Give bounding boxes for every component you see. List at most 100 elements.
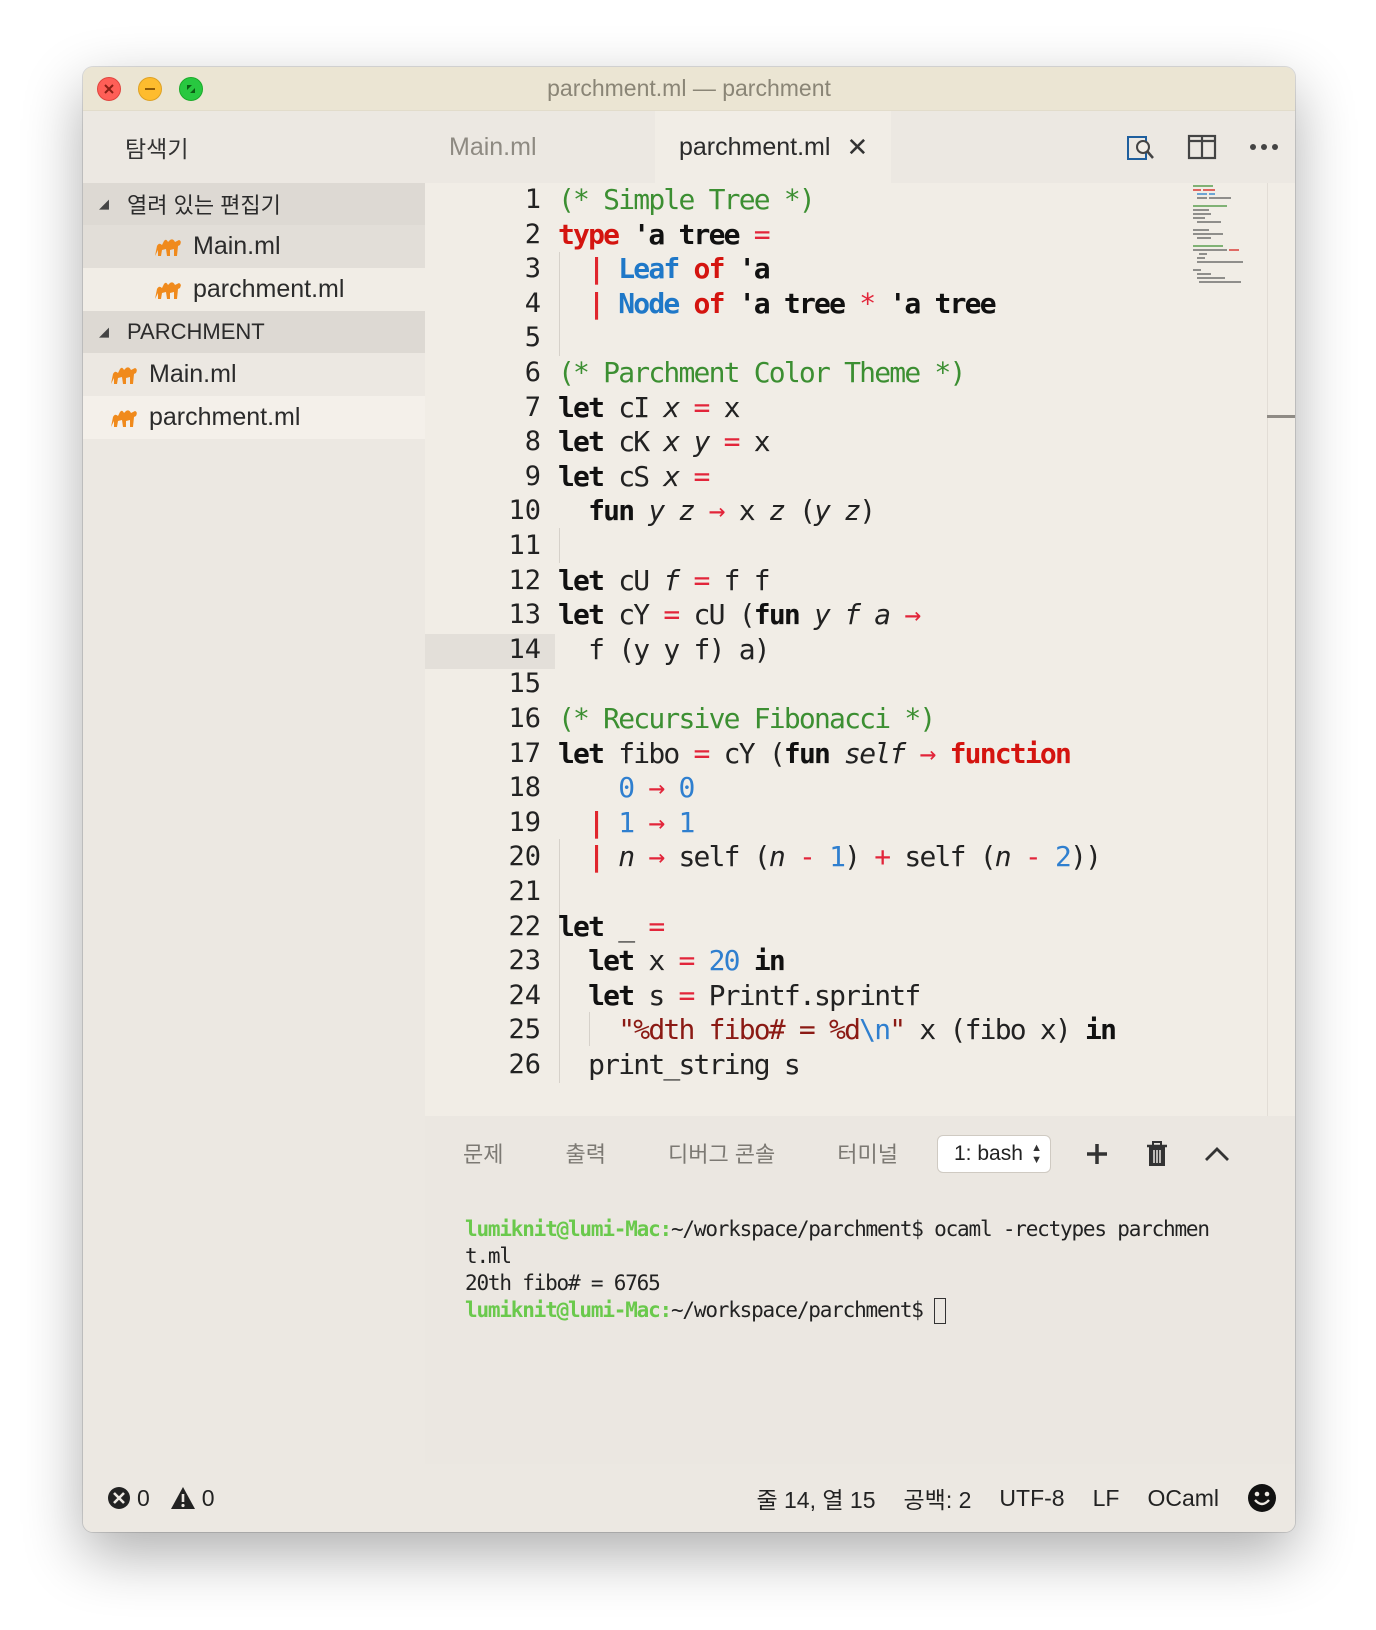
open-editor-label: parchment.ml	[193, 275, 345, 303]
tab-label: parchment.ml	[679, 132, 831, 161]
code-line[interactable]: let x = 20 in	[558, 944, 786, 979]
feedback-button[interactable]	[1247, 1483, 1277, 1513]
code-line[interactable]: | 1 → 1	[558, 806, 695, 841]
code-line[interactable]: (* Recursive Fibonacci *)	[558, 702, 936, 737]
plus-icon	[1087, 1144, 1107, 1164]
terminal-line: lumiknit@lumi-Mac:~/workspace/parchment$…	[465, 1216, 1255, 1243]
code-line[interactable]: (* Simple Tree *)	[558, 183, 816, 218]
tab-problems[interactable]: 문제	[463, 1137, 503, 1169]
line-number: 8	[524, 426, 541, 458]
tab-close-icon[interactable]: ✕	[846, 132, 868, 163]
line-number: 22	[508, 910, 541, 942]
collapse-triangle-icon: ◢	[99, 196, 109, 211]
code-line[interactable]: let cU f = f f	[558, 564, 771, 599]
line-number: 25	[508, 1014, 541, 1046]
terminal-prompt-user: lumiknit@lumi-Mac:	[465, 1298, 672, 1322]
code-line[interactable]: let cK x y = x	[558, 425, 771, 460]
maximize-panel-button[interactable]	[1197, 1134, 1237, 1174]
project-file-parchment[interactable]: parchment.ml	[83, 396, 425, 439]
code-line[interactable]: let cY = cU (fun y f a →	[558, 598, 921, 633]
line-number-gutter: 1 2 3 4 5 6 7 8 9 10 11 12 13 14 15 16 17 18 19 20 21 22 23 24 2…	[425, 183, 555, 1116]
bottom-panel: 문제 출력 디버그 콘솔 터미널 1: bash ▲ ▼ lumiknit@lum…	[425, 1116, 1295, 1464]
code-editor[interactable]: 1 2 3 4 5 6 7 8 9 10 11 12 13 14 15 16 17 18 19 20 21 22 23 24 2…	[425, 183, 1295, 1116]
minimize-window-button[interactable]	[138, 77, 162, 101]
open-editor-label: Main.ml	[193, 232, 281, 260]
errors-count: 0	[137, 1484, 150, 1511]
warnings-indicator[interactable]: 0	[170, 1485, 215, 1512]
tab-parchment[interactable]: parchment.ml ✕	[655, 111, 891, 183]
file-encoding[interactable]: UTF-8	[999, 1485, 1064, 1512]
project-section[interactable]: ◢ PARCHMENT	[83, 311, 425, 353]
open-editor-item-parchment[interactable]: parchment.ml	[83, 268, 425, 311]
tab-label: Main.ml	[449, 132, 537, 161]
open-editors-section[interactable]: ◢ 열려 있는 편집기	[83, 183, 425, 225]
code-line[interactable]: let _ =	[558, 910, 665, 945]
code-line[interactable]: | n → self (n - 1) + self (n - 2))	[558, 840, 1102, 875]
code-line[interactable]: let cI x = x	[558, 391, 741, 426]
split-editor-icon	[1187, 134, 1217, 160]
close-icon	[104, 84, 114, 94]
editor-tab-bar: Main.ml parchment.ml ✕	[425, 111, 1295, 183]
kill-terminal-button[interactable]	[1137, 1134, 1177, 1174]
terminal-text: 20th fibo# = 6765	[465, 1271, 661, 1295]
indentation[interactable]: 공백: 2	[904, 1481, 972, 1515]
explorer-title: 탐색기	[125, 136, 189, 162]
close-window-button[interactable]	[97, 77, 121, 101]
language-mode[interactable]: OCaml	[1147, 1485, 1219, 1512]
terminal-select[interactable]: 1: bash ▲ ▼	[937, 1135, 1051, 1173]
editor-scrollbar[interactable]	[1267, 183, 1295, 1116]
new-terminal-button[interactable]	[1077, 1134, 1117, 1174]
status-right: 줄 14, 열 15 공백: 2 UTF-8 LF OCaml	[728, 1464, 1277, 1532]
line-number: 2	[524, 218, 541, 250]
code-line[interactable]: | Node of 'a tree * 'a tree	[558, 287, 996, 322]
warning-icon	[170, 1487, 195, 1509]
code-line[interactable]: f (y y f) a)	[558, 633, 771, 668]
code-line[interactable]: let fibo = cY (fun self → function	[558, 737, 1072, 772]
project-file-main[interactable]: Main.ml	[83, 353, 425, 396]
code-line[interactable]: 0 → 0	[558, 771, 695, 806]
indent-guide	[559, 528, 560, 563]
collapse-triangle-icon: ◢	[99, 324, 109, 339]
code-line[interactable]: let cS x =	[558, 460, 710, 495]
terminal-output[interactable]: lumiknit@lumi-Mac:~/workspace/parchment$…	[465, 1216, 1255, 1324]
code-line[interactable]: | Leaf of 'a	[558, 252, 771, 287]
line-number: 6	[524, 357, 541, 388]
line-number: 18	[508, 772, 541, 804]
line-number: 12	[508, 564, 541, 596]
warnings-count: 0	[201, 1484, 215, 1511]
status-problems[interactable]: 0 0	[107, 1464, 235, 1532]
open-preview-button[interactable]	[1109, 111, 1171, 183]
split-editor-button[interactable]	[1171, 111, 1233, 183]
line-number: 15	[508, 668, 541, 700]
code-line[interactable]: "%dth fibo# = %d\n" x (fibo x) in	[558, 1013, 1117, 1048]
fullscreen-window-button[interactable]	[179, 77, 203, 101]
code-line[interactable]: type 'a tree =	[558, 218, 771, 253]
code-line[interactable]: fun y z → x z (y z)	[558, 494, 876, 529]
line-number: 3	[524, 253, 541, 285]
tab-output[interactable]: 출력	[565, 1137, 605, 1169]
line-ending[interactable]: LF	[1093, 1485, 1120, 1512]
open-editor-item-main[interactable]: Main.ml	[83, 225, 425, 268]
tab-terminal[interactable]: 터미널	[837, 1137, 898, 1169]
more-actions-button[interactable]	[1233, 111, 1295, 183]
errors-indicator[interactable]: 0	[107, 1485, 150, 1512]
line-number: 7	[524, 391, 541, 423]
line-number: 5	[524, 322, 541, 354]
ocaml-file-icon	[111, 409, 137, 427]
tab-debug-console[interactable]: 디버그 콘솔	[668, 1137, 775, 1169]
minimap[interactable]	[1191, 183, 1269, 283]
title-bar: parchment.ml — parchment	[83, 67, 1295, 111]
line-number: 24	[508, 979, 541, 1011]
tab-main[interactable]: Main.ml	[425, 111, 655, 183]
terminal-line: t.ml	[465, 1243, 1255, 1270]
status-bar: 0 0 줄 14, 열 15 공백: 2 UTF-8 LF OCaml	[83, 1464, 1295, 1532]
chevron-up-icon	[1205, 1147, 1229, 1161]
code-line[interactable]: let s = Printf.sprintf	[558, 979, 921, 1014]
line-number: 14	[508, 633, 541, 665]
cursor-position[interactable]: 줄 14, 열 15	[756, 1481, 875, 1515]
code-line[interactable]: print_string s	[558, 1048, 801, 1083]
line-number: 19	[508, 806, 541, 838]
line-number: 17	[508, 737, 541, 769]
code-line[interactable]: (* Parchment Color Theme *)	[558, 356, 966, 391]
terminal-text: t.ml	[465, 1244, 512, 1268]
